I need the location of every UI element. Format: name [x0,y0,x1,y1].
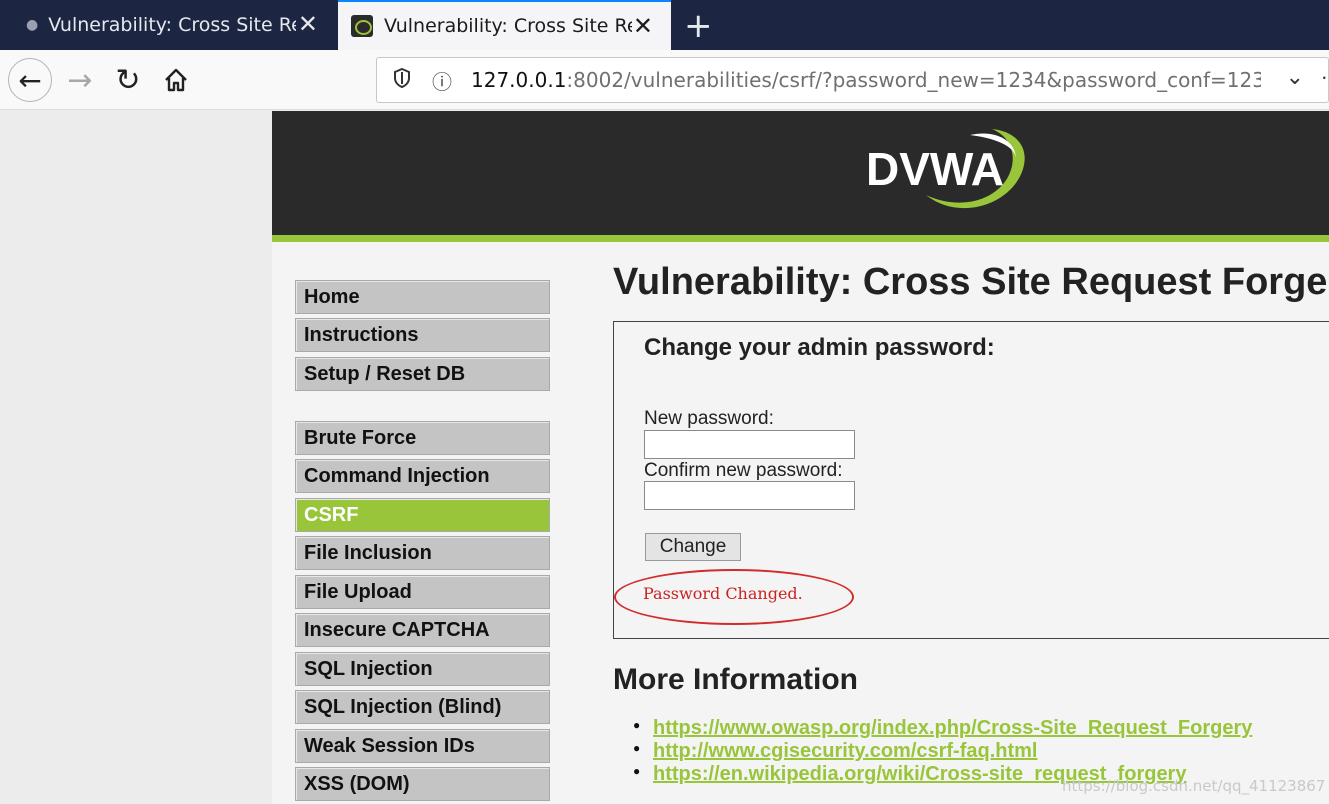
tab-title: Vulnerability: Cross Site Request Forger… [384,15,632,37]
menu-item-setup-reset-db[interactable]: Setup / Reset DB [295,357,550,391]
header-accent-stripe [272,235,1329,242]
menu-item-insecure-captcha[interactable]: Insecure CAPTCHA [295,613,550,647]
menu-item-home[interactable]: Home [295,280,550,314]
address-bar[interactable]: ⓘ 127.0.0.1:8002/vulnerabilities/csrf/?p… [376,57,1329,103]
new-password-input[interactable] [644,430,855,459]
change-button[interactable]: Change [645,533,741,561]
browser-tab-1[interactable]: ● Vulnerability: Cross Site Request Forg… [0,0,336,50]
menu-item-file-upload[interactable]: File Upload [295,575,550,609]
info-icon[interactable]: ⓘ [427,66,457,95]
confirm-password-label: Confirm new password: [644,460,843,481]
menu-item-sql-injection-blind[interactable]: SQL Injection (Blind) [295,690,550,724]
forward-arrow-icon[interactable]: → [58,58,102,102]
back-arrow-icon[interactable]: ← [8,58,52,102]
menu-item-brute-force[interactable]: Brute Force [295,421,550,455]
change-password-form: Change your admin password: New password… [613,321,1329,639]
more-info-links: https://www.owasp.org/index.php/Cross-Si… [633,717,1252,786]
browser-tab-2[interactable]: Vulnerability: Cross Site Request Forger… [338,0,671,50]
more-info-heading: More Information [613,663,858,696]
dvwa-favicon-icon [351,15,373,37]
close-icon[interactable]: ✕ [633,14,653,38]
menu-item-file-inclusion[interactable]: File Inclusion [295,536,550,570]
close-icon[interactable]: ✕ [298,12,318,36]
menu-item-xss-dom[interactable]: XSS (DOM) [295,767,550,801]
menu-item-command-injection[interactable]: Command Injection [295,459,550,493]
logo-text: DVWA [866,143,1004,195]
browser-tab-bar: ● Vulnerability: Cross Site Request Forg… [0,0,1329,50]
menu-item-weak-session-ids[interactable]: Weak Session IDs [295,729,550,763]
owasp-link[interactable]: https://www.owasp.org/index.php/Cross-Si… [653,717,1252,739]
list-item: http://www.cgisecurity.com/csrf-faq.html [633,740,1252,763]
page-header: DVWA [272,111,1329,235]
list-item: https://www.owasp.org/index.php/Cross-Si… [633,717,1252,740]
chevron-down-icon[interactable]: ⌄ [1286,65,1304,90]
url-path: :8002/vulnerabilities/csrf/?password_new… [566,68,1261,92]
menu-item-instructions[interactable]: Instructions [295,318,550,352]
new-password-label: New password: [644,408,774,429]
menu-item-csrf[interactable]: CSRF [295,498,550,532]
result-message: Password Changed. [643,584,803,603]
dvwa-page: DVWA Home Instructions Setup / Reset DB … [272,111,1329,804]
home-icon[interactable] [154,58,198,102]
tab-loading-dot-icon: ● [26,17,39,33]
more-dots-icon[interactable]: · [1321,64,1328,90]
tab-title: Vulnerability: Cross Site Request Forger… [48,14,296,36]
menu-item-sql-injection[interactable]: SQL Injection [295,652,550,686]
new-tab-button[interactable]: + [684,6,713,46]
browser-nav-bar: ← → ↻ ⓘ 127.0.0.1:8002/vulnerabilities/c… [0,50,1329,110]
shield-icon[interactable] [387,67,417,94]
url-host: 127.0.0.1 [471,68,567,92]
confirm-password-input[interactable] [644,481,855,510]
page-title: Vulnerability: Cross Site Request Forger… [613,261,1329,303]
watermark: https://blog.csdn.net/qq_41123867 [1062,777,1326,795]
dvwa-logo: DVWA [866,129,1025,209]
cgisecurity-link[interactable]: http://www.cgisecurity.com/csrf-faq.html [653,740,1038,762]
reload-icon[interactable]: ↻ [106,58,150,102]
url-text[interactable]: 127.0.0.1:8002/vulnerabilities/csrf/?pas… [471,68,1261,92]
form-heading: Change your admin password: [644,334,995,361]
